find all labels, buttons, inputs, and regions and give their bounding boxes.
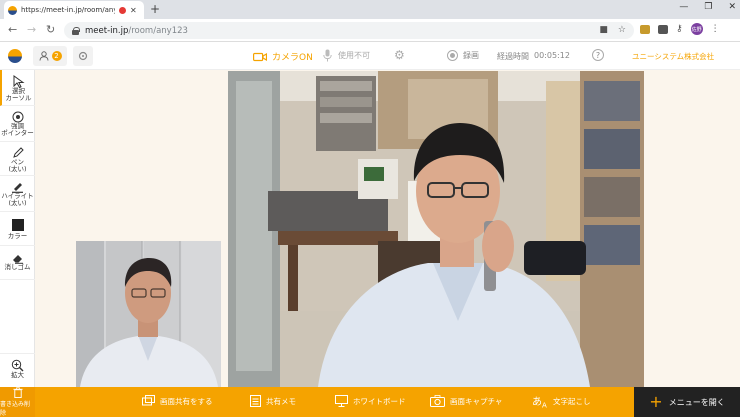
tool-select-cursor[interactable]: 選択 カーソル <box>0 70 35 106</box>
restore-icon[interactable]: ❐ <box>704 2 712 12</box>
app-root: https://meet-in.jp/room/any ✕ + — ❐ ✕ ← … <box>0 0 740 417</box>
forward-icon[interactable]: → <box>27 23 36 36</box>
whiteboard-icon <box>335 395 348 407</box>
camera-capture-icon <box>430 395 445 407</box>
plus-icon: + <box>649 392 663 411</box>
screen-share-button[interactable]: 画面共有をする <box>142 395 213 407</box>
participants-button[interactable]: 2 <box>33 46 67 66</box>
transcription-button[interactable]: あA 文字起こし <box>532 395 591 408</box>
self-video-frame <box>76 241 221 387</box>
tool-eraser[interactable]: 消しゴム <box>0 246 35 280</box>
gear-icon[interactable]: ⚙ <box>394 48 405 62</box>
record-label: 録画 <box>463 51 479 60</box>
tab-title: https://meet-in.jp/room/any <box>21 6 115 14</box>
tab-close-icon[interactable]: ✕ <box>130 6 137 15</box>
tool-zoom[interactable]: 拡大 <box>0 353 35 387</box>
drawing-tools-sidebar: 選択 カーソル 強調 ポインター ペン (太い) ハイライト (太い) カラー … <box>0 70 35 387</box>
tool-label: ペン (太い) <box>8 158 27 173</box>
tool-label: 選択 カーソル <box>5 87 32 102</box>
remote-video-frame <box>228 71 644 387</box>
color-swatch-icon <box>11 219 24 231</box>
company-name: ユニーシステム株式会社 <box>632 52 715 61</box>
window-controls: — ❐ ✕ <box>679 2 736 12</box>
memo-icon <box>250 395 261 407</box>
video-extension-icon[interactable] <box>658 24 668 34</box>
reload-icon[interactable]: ↻ <box>46 23 55 36</box>
recording-dot-icon <box>119 6 126 14</box>
remote-participant-video[interactable] <box>228 71 644 387</box>
camera-toggle[interactable]: カメラON <box>253 50 313 63</box>
bookmark-star-icon[interactable]: ☆ <box>618 25 626 35</box>
open-menu-label: メニューを開く <box>668 397 725 407</box>
meeting-bottom-bar: 書き込み削除 画面共有をする 共有メモ ホワイトボード 画面キャプチャ あA 文… <box>0 387 740 417</box>
video-camera-icon <box>253 52 267 61</box>
participants-count-badge: 2 <box>51 51 62 61</box>
tool-pen[interactable]: ペン (太い) <box>0 142 35 176</box>
camera-in-use-icon[interactable]: ■ <box>599 25 608 35</box>
tool-label: 消しゴム <box>4 263 31 271</box>
screen-share-icon <box>142 395 155 406</box>
site-favicon-icon <box>8 5 17 15</box>
browser-tab-bar: https://meet-in.jp/room/any ✕ + — ❐ ✕ <box>0 0 740 19</box>
shared-memo-label: 共有メモ <box>266 396 296 406</box>
elapsed-time: 経過時間 00:05:12 <box>497 51 570 62</box>
microphone-label: 使用不可 <box>338 51 370 60</box>
svg-text:あ: あ <box>532 396 542 408</box>
transcription-icon: あA <box>532 396 547 409</box>
clear-drawing-label: 書き込み削除 <box>0 401 31 417</box>
url-path: /room/any123 <box>128 25 188 36</box>
screen-capture-label: 画面キャプチャ <box>450 396 503 406</box>
self-video-thumbnail[interactable] <box>76 241 221 387</box>
new-tab-icon[interactable]: + <box>150 2 160 16</box>
minimize-icon[interactable]: — <box>679 2 688 12</box>
tool-label: 強調 ポインター <box>1 122 34 137</box>
camera-label: カメラON <box>272 53 313 63</box>
shared-memo-button[interactable]: 共有メモ <box>250 395 296 407</box>
url-host: meet-in.jp <box>85 25 129 36</box>
tool-color[interactable]: カラー <box>0 212 35 246</box>
clear-drawing-button[interactable]: 書き込み削除 <box>0 387 35 417</box>
extension-icon[interactable] <box>640 24 650 34</box>
screen-capture-button[interactable]: 画面キャプチャ <box>430 395 502 407</box>
tool-emphasis-pointer[interactable]: 強調 ポインター <box>0 106 35 142</box>
back-icon[interactable]: ← <box>8 23 17 36</box>
sync-button[interactable] <box>73 46 93 66</box>
browser-address-bar: ← → ↻ meet-in.jp/room/any123 ■ ☆ ⚷ 佐野 ⋮ <box>0 19 740 42</box>
record-icon <box>447 50 458 61</box>
tool-label: 拡大 <box>11 371 24 379</box>
profile-avatar[interactable]: 佐野 <box>690 23 703 35</box>
tool-label: カラー <box>7 232 28 240</box>
more-menu-icon[interactable]: ⋮ <box>711 24 720 34</box>
lock-icon <box>72 26 80 35</box>
omnibox-icons: ■ ☆ <box>599 25 626 35</box>
screen-share-label: 画面共有をする <box>160 396 213 406</box>
whiteboard-label: ホワイトボード <box>353 396 406 406</box>
key-icon[interactable]: ⚷ <box>676 24 683 34</box>
open-menu-button[interactable]: + メニューを開く <box>634 387 740 417</box>
microphone-icon <box>323 49 332 62</box>
help-icon[interactable]: ? <box>592 49 604 61</box>
window-close-icon[interactable]: ✕ <box>728 2 736 12</box>
svg-text:A: A <box>542 402 547 409</box>
meet-in-logo-icon <box>8 49 22 63</box>
person-icon <box>39 51 48 61</box>
extension-icons: ⚷ 佐野 ⋮ <box>640 23 720 35</box>
elapsed-value: 00:05:12 <box>534 51 570 60</box>
refresh-icon <box>78 51 88 61</box>
record-button[interactable]: 録画 <box>447 50 479 61</box>
url-bar[interactable]: meet-in.jp/room/any123 ■ ☆ <box>64 22 634 39</box>
tool-label: ハイライト (太い) <box>1 192 34 207</box>
transcription-label: 文字起こし <box>553 397 591 406</box>
elapsed-label: 経過時間 <box>497 52 529 61</box>
trash-icon <box>12 387 23 398</box>
browser-tab[interactable]: https://meet-in.jp/room/any ✕ <box>4 1 144 19</box>
meeting-toolbar: 2 カメラON 使用不可 ⚙ 録画 経過時間 00:05:12 ? ユニーシステ… <box>0 42 740 70</box>
microphone-toggle[interactable]: 使用不可 <box>323 49 370 62</box>
whiteboard-button[interactable]: ホワイトボード <box>335 395 406 407</box>
tool-highlighter[interactable]: ハイライト (太い) <box>0 176 35 212</box>
